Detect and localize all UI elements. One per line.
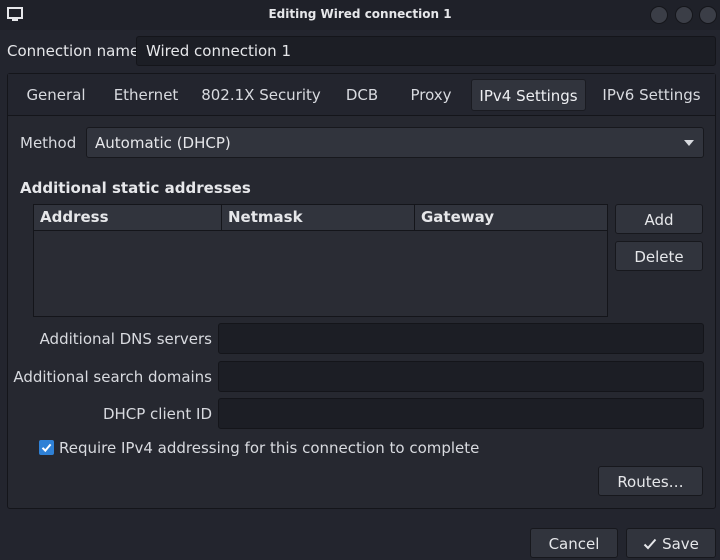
dhcp-client-id-label: DHCP client ID bbox=[102, 405, 212, 423]
tab-ipv6-settings[interactable]: IPv6 Settings bbox=[594, 79, 709, 111]
column-header-address[interactable]: Address bbox=[34, 205, 222, 231]
search-domains-label: Additional search domains bbox=[13, 368, 212, 386]
table-header: Address Netmask Gateway bbox=[34, 205, 607, 231]
checkmark-icon bbox=[41, 443, 52, 453]
add-address-button[interactable]: Add bbox=[615, 204, 703, 234]
require-ipv4-label[interactable]: Require IPv4 addressing for this connect… bbox=[59, 439, 479, 457]
tab-bar: General Ethernet 802.1X Security DCB Pro… bbox=[8, 74, 715, 116]
chevron-down-icon bbox=[684, 140, 694, 146]
dhcp-client-id-input[interactable] bbox=[218, 398, 704, 429]
method-label: Method bbox=[20, 134, 77, 152]
method-dropdown[interactable]: Automatic (DHCP) bbox=[86, 127, 704, 158]
dns-servers-label: Additional DNS servers bbox=[39, 330, 212, 348]
tab-ipv4-settings[interactable]: IPv4 Settings bbox=[471, 79, 586, 111]
window-title: Editing Wired connection 1 bbox=[268, 7, 452, 21]
static-addresses-table[interactable]: Address Netmask Gateway bbox=[33, 204, 608, 317]
tab-ethernet[interactable]: Ethernet bbox=[104, 79, 188, 111]
search-domains-input[interactable] bbox=[218, 361, 704, 392]
tab-general[interactable]: General bbox=[14, 79, 98, 111]
title-bar: Editing Wired connection 1 bbox=[0, 0, 720, 30]
tab-proxy[interactable]: Proxy bbox=[399, 79, 463, 111]
minimize-button[interactable] bbox=[650, 6, 668, 24]
checkmark-icon bbox=[643, 538, 657, 550]
dns-servers-input[interactable] bbox=[218, 323, 704, 354]
routes-button[interactable]: Routes… bbox=[598, 466, 703, 496]
save-label: Save bbox=[662, 535, 699, 553]
maximize-button[interactable] bbox=[675, 6, 693, 24]
delete-address-button[interactable]: Delete bbox=[615, 241, 703, 271]
save-button[interactable]: Save bbox=[626, 528, 716, 558]
method-selected-value: Automatic (DHCP) bbox=[95, 134, 231, 152]
column-header-netmask[interactable]: Netmask bbox=[222, 205, 415, 231]
close-button[interactable] bbox=[699, 6, 717, 24]
tab-dcb[interactable]: DCB bbox=[336, 79, 388, 111]
settings-panel: General Ethernet 802.1X Security DCB Pro… bbox=[7, 73, 716, 509]
connection-name-input[interactable] bbox=[136, 36, 716, 66]
cancel-button[interactable]: Cancel bbox=[530, 528, 618, 558]
require-ipv4-checkbox[interactable] bbox=[39, 440, 54, 455]
connection-name-label: Connection name bbox=[7, 42, 140, 60]
static-addresses-title: Additional static addresses bbox=[20, 179, 251, 197]
column-header-gateway[interactable]: Gateway bbox=[415, 205, 607, 231]
tab-8021x-security[interactable]: 802.1X Security bbox=[196, 79, 326, 111]
